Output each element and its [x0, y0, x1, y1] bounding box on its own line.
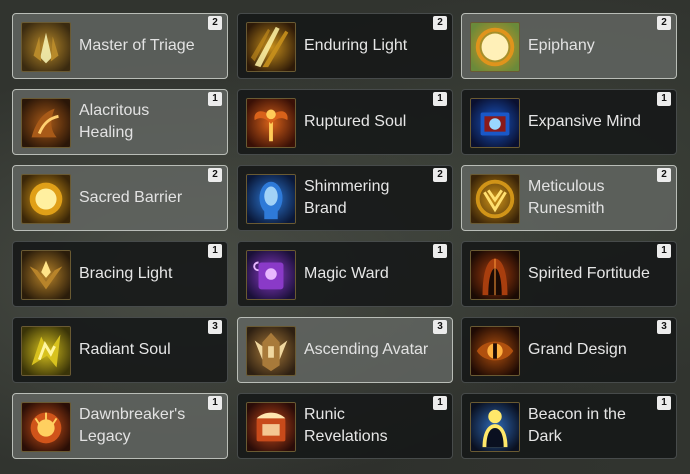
talent-tile-radiant-soul[interactable]: Radiant Soul 3 — [12, 317, 228, 383]
talent-name: Dawnbreaker's Legacy — [79, 406, 186, 445]
rank-badge: 1 — [657, 396, 671, 410]
talent-name: Ruptured Soul — [304, 113, 407, 130]
glowing-hands-icon — [21, 98, 71, 148]
talent-name: Master of Triage — [79, 37, 195, 54]
rank-badge: 1 — [657, 92, 671, 106]
talent-name: Magic Ward — [304, 265, 389, 282]
talent-name: Alacritous Healing — [79, 102, 150, 141]
talent-grid: Master of Triage 2 Enduring Light 2 Epipha… — [0, 0, 690, 474]
talent-name: Runic Revelations — [304, 406, 388, 445]
praying-hands-icon — [21, 22, 71, 72]
radiant-orb-icon — [470, 22, 520, 72]
spectral-face-icon — [246, 174, 296, 224]
talent-name: Shimmering Brand — [304, 178, 390, 217]
talent-tile-expansive-mind[interactable]: Expansive Mind 1 — [461, 89, 677, 155]
rank-badge: 1 — [433, 396, 447, 410]
avatar-armor-icon — [246, 326, 296, 376]
rank-badge: 2 — [433, 168, 447, 182]
talent-name: Enduring Light — [304, 37, 408, 54]
sun-sphere-icon — [21, 174, 71, 224]
golden-glyph-icon — [21, 326, 71, 376]
talent-tile-dawnbreaker-s-legacy[interactable]: Dawnbreaker's Legacy 1 — [12, 393, 228, 459]
talent-tile-runic-revelations[interactable]: Runic Revelations 1 — [237, 393, 453, 459]
talent-name: Beacon in the Dark — [528, 406, 626, 445]
talent-name: Bracing Light — [79, 265, 173, 282]
beacon-silhouette-icon — [470, 402, 520, 452]
talent-tile-meticulous-runesmith[interactable]: Meticulous Runesmith 2 — [461, 165, 677, 231]
rank-badge: 2 — [208, 16, 222, 30]
rank-badge: 2 — [208, 168, 222, 182]
eye-sigil-icon — [470, 326, 520, 376]
rank-badge: 3 — [657, 320, 671, 334]
talent-tile-beacon-in-the-dark[interactable]: Beacon in the Dark 1 — [461, 393, 677, 459]
talent-tile-grand-design[interactable]: Grand Design 3 — [461, 317, 677, 383]
talent-tile-spirited-fortitude[interactable]: Spirited Fortitude 1 — [461, 241, 677, 307]
arcane-book-icon — [470, 98, 520, 148]
rank-badge: 2 — [657, 16, 671, 30]
talent-name: Sacred Barrier — [79, 189, 183, 206]
golden-rune-icon — [470, 174, 520, 224]
talent-name: Grand Design — [528, 341, 627, 358]
talent-name: Meticulous Runesmith — [528, 178, 605, 217]
talent-tile-bracing-light[interactable]: Bracing Light 1 — [12, 241, 228, 307]
rank-badge: 1 — [208, 244, 222, 258]
talent-tile-epiphany[interactable]: Epiphany 2 — [461, 13, 677, 79]
talent-tile-ruptured-soul[interactable]: Ruptured Soul 1 — [237, 89, 453, 155]
talent-tile-magic-ward[interactable]: Magic Ward 1 — [237, 241, 453, 307]
flame-wings-icon — [246, 98, 296, 148]
talent-tile-sacred-barrier[interactable]: Sacred Barrier 2 — [12, 165, 228, 231]
scroll-icon — [246, 250, 296, 300]
rank-badge: 1 — [433, 244, 447, 258]
runic-tome-icon — [246, 402, 296, 452]
talent-name: Radiant Soul — [79, 341, 171, 358]
rank-badge: 1 — [657, 244, 671, 258]
rank-badge: 1 — [433, 92, 447, 106]
rank-badge: 3 — [208, 320, 222, 334]
talent-name: Spirited Fortitude — [528, 265, 650, 282]
holy-emblem-icon — [21, 250, 71, 300]
rank-badge: 2 — [657, 168, 671, 182]
light-beams-icon — [246, 22, 296, 72]
talent-name: Epiphany — [528, 37, 595, 54]
rank-badge: 1 — [208, 92, 222, 106]
talent-tile-shimmering-brand[interactable]: Shimmering Brand 2 — [237, 165, 453, 231]
burning-orb-icon — [21, 402, 71, 452]
rank-badge: 3 — [433, 320, 447, 334]
rank-badge: 2 — [433, 16, 447, 30]
talent-tile-enduring-light[interactable]: Enduring Light 2 — [237, 13, 453, 79]
talent-name: Expansive Mind — [528, 113, 641, 130]
talent-name: Ascending Avatar — [304, 341, 429, 358]
hooded-figure-icon — [470, 250, 520, 300]
talent-tile-master-of-triage[interactable]: Master of Triage 2 — [12, 13, 228, 79]
rank-badge: 1 — [208, 396, 222, 410]
talent-tile-ascending-avatar[interactable]: Ascending Avatar 3 — [237, 317, 453, 383]
talent-tile-alacritous-healing[interactable]: Alacritous Healing 1 — [12, 89, 228, 155]
